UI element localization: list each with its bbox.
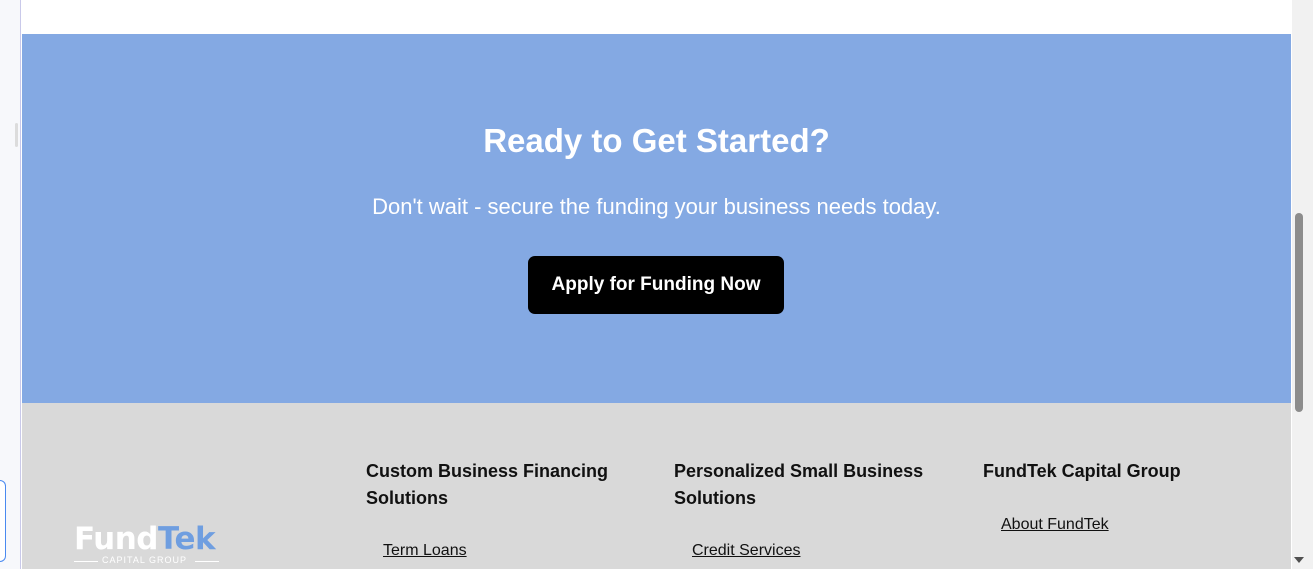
footer-link-credit-services[interactable]: Credit Services <box>692 542 800 560</box>
side-panel-tab[interactable] <box>0 480 6 562</box>
scrollbar-thumb[interactable] <box>1295 213 1303 412</box>
footer-heading-company: FundTek Capital Group <box>983 461 1181 481</box>
top-white-strip <box>22 0 1291 34</box>
footer-column-small-business: Personalized Small Business Solutions Cr… <box>674 458 944 559</box>
footer-heading-financing: Custom Business Financing Solutions <box>366 461 609 508</box>
logo-rule-right <box>195 561 219 562</box>
logo-rule-left <box>74 561 98 562</box>
footer-link-about[interactable]: About FundTek <box>1001 516 1109 534</box>
page-content: Ready to Get Started? Don't wait - secur… <box>22 0 1291 569</box>
footer: FundTek CAPITAL GROUP Custom Business Fi… <box>22 403 1291 569</box>
logo-fund-text: Fund <box>74 521 158 557</box>
left-gutter <box>0 0 21 569</box>
footer-link-term-loans[interactable]: Term Loans <box>383 542 467 560</box>
footer-heading-small-business: Personalized Small Business Solutions <box>674 461 924 508</box>
logo-tek-text: Tek <box>157 521 216 557</box>
cta-section: Ready to Get Started? Don't wait - secur… <box>22 34 1291 403</box>
cta-title: Ready to Get Started? <box>483 122 830 159</box>
vertical-scrollbar[interactable] <box>1292 0 1313 569</box>
footer-column-financing: Custom Business Financing Solutions Term… <box>366 458 636 559</box>
resize-handle[interactable] <box>15 123 18 147</box>
logo-wordmark: FundTek <box>74 521 216 557</box>
apply-for-funding-button[interactable]: Apply for Funding Now <box>528 256 784 314</box>
footer-column-company: FundTek Capital Group About FundTek <box>983 458 1243 533</box>
fundtek-logo[interactable]: FundTek CAPITAL GROUP <box>74 521 234 569</box>
cta-subtitle: Don't wait - secure the funding your bus… <box>372 194 941 219</box>
logo-tagline: CAPITAL GROUP <box>102 555 188 565</box>
scroll-down-arrow-icon[interactable] <box>1294 557 1304 563</box>
